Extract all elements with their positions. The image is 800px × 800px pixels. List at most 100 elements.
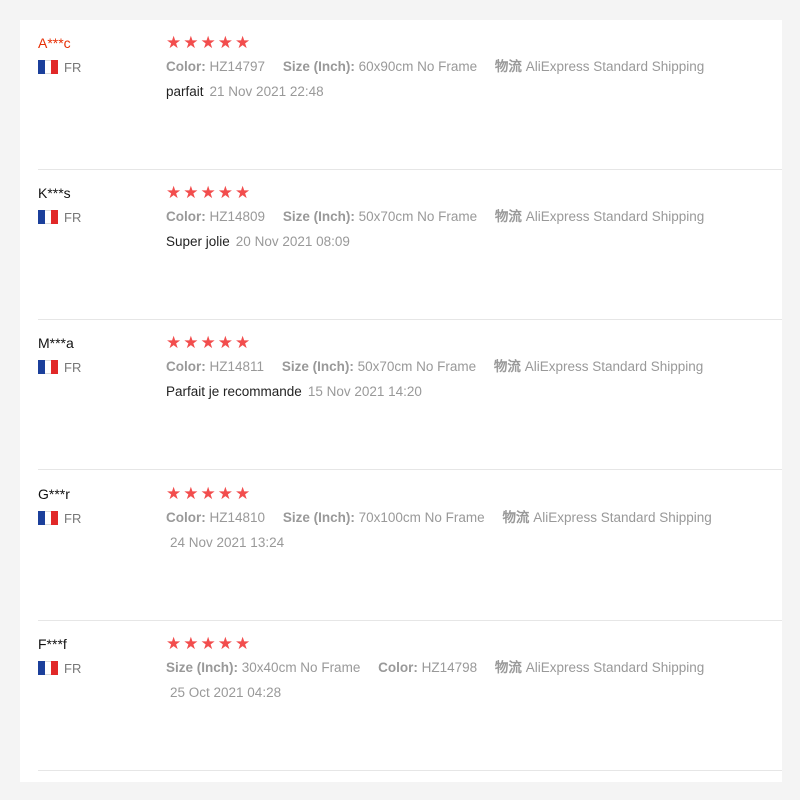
france-flag-icon — [38, 511, 59, 525]
review-text: Parfait je recommande — [166, 384, 302, 399]
review-feedback: 24 Nov 2021 13:24 — [166, 534, 766, 552]
attribute-value: HZ14811 — [209, 359, 265, 374]
product-attributes: Size (Inch): 30x40cm No Frame Color: HZ1… — [166, 659, 766, 677]
france-flag-icon — [38, 210, 59, 224]
star-icon: ★ — [166, 183, 182, 202]
country-code: FR — [64, 660, 82, 676]
reviewer-name: K***s — [38, 185, 71, 201]
france-flag-icon — [38, 661, 59, 675]
attribute-value: AliExpress Standard Shipping — [525, 59, 705, 74]
star-icon: ★ — [183, 333, 199, 352]
reviewer-name: F***f — [38, 636, 67, 652]
star-icon: ★ — [166, 634, 182, 653]
star-icon: ★ — [235, 634, 251, 653]
review-date: 20 Nov 2021 08:09 — [235, 234, 350, 249]
star-icon: ★ — [217, 183, 233, 202]
attribute-label: 物流 — [502, 510, 530, 525]
review-date: 15 Nov 2021 14:20 — [307, 384, 422, 399]
star-icon: ★ — [200, 634, 216, 653]
star-icon: ★ — [235, 183, 251, 202]
attribute-value: 50x70cm No Frame — [357, 359, 477, 374]
review-date: 24 Nov 2021 13:24 — [170, 535, 285, 550]
reviewer-name: A***c — [38, 35, 71, 51]
attribute-label: Size (Inch): — [282, 59, 355, 74]
attribute-label: 物流 — [494, 59, 522, 74]
attribute-label: 物流 — [493, 359, 521, 374]
star-icon: ★ — [166, 33, 182, 52]
france-flag-icon — [38, 60, 59, 74]
review-item: G***r FR ★ ★ ★ ★ ★ Color: HZ14810 Size (… — [38, 471, 782, 621]
attribute-label: Color: — [166, 209, 206, 224]
reviewer-country: FR — [38, 510, 158, 526]
star-rating: ★ ★ ★ ★ ★ — [166, 184, 766, 202]
reviewer-country: FR — [38, 209, 158, 225]
star-rating: ★ ★ ★ ★ ★ — [166, 334, 766, 352]
review-text: Super jolie — [166, 234, 230, 249]
review-content: ★ ★ ★ ★ ★ Color: HZ14811 Size (Inch): 50… — [166, 334, 766, 401]
star-rating: ★ ★ ★ ★ ★ — [166, 635, 766, 653]
attribute-value: AliExpress Standard Shipping — [525, 209, 705, 224]
review-item: K***s FR ★ ★ ★ ★ ★ Color: HZ14809 Size (… — [38, 170, 782, 320]
star-icon: ★ — [200, 33, 216, 52]
review-text: parfait — [166, 84, 204, 99]
review-content: ★ ★ ★ ★ ★ Color: HZ14810 Size (Inch): 70… — [166, 485, 766, 552]
country-code: FR — [64, 359, 82, 375]
reviewer-info: K***s FR — [38, 184, 158, 225]
reviewer-country: FR — [38, 660, 158, 676]
star-icon: ★ — [183, 183, 199, 202]
reviewer-info: M***a FR — [38, 334, 158, 375]
attribute-label: 物流 — [494, 660, 522, 675]
reviewer-info: G***r FR — [38, 485, 158, 526]
product-attributes: Color: HZ14810 Size (Inch): 70x100cm No … — [166, 509, 766, 527]
attribute-value: HZ14798 — [421, 660, 478, 675]
review-content: ★ ★ ★ ★ ★ Color: HZ14809 Size (Inch): 50… — [166, 184, 766, 251]
attribute-value: HZ14797 — [209, 59, 266, 74]
reviewer-country: FR — [38, 59, 158, 75]
review-feedback: 25 Oct 2021 04:28 — [166, 684, 766, 702]
review-feedback: parfait 21 Nov 2021 22:48 — [166, 83, 766, 101]
country-code: FR — [64, 510, 82, 526]
star-icon: ★ — [217, 634, 233, 653]
star-icon: ★ — [166, 333, 182, 352]
attribute-value: 50x70cm No Frame — [358, 209, 478, 224]
product-attributes: Color: HZ14811 Size (Inch): 50x70cm No F… — [166, 358, 766, 376]
reviews-panel: A***c FR ★ ★ ★ ★ ★ Color: HZ14797 Size (… — [20, 20, 782, 782]
attribute-label: Color: — [166, 59, 206, 74]
review-date: 25 Oct 2021 04:28 — [170, 685, 282, 700]
reviewer-name: M***a — [38, 335, 74, 351]
review-date: 21 Nov 2021 22:48 — [209, 84, 324, 99]
attribute-label: 物流 — [494, 209, 522, 224]
star-icon: ★ — [235, 484, 251, 503]
reviewer-name: G***r — [38, 486, 70, 502]
attribute-value: 70x100cm No Frame — [358, 510, 485, 525]
attribute-value: 60x90cm No Frame — [358, 59, 478, 74]
star-icon: ★ — [200, 484, 216, 503]
reviewer-country: FR — [38, 359, 158, 375]
review-item: F***f FR ★ ★ ★ ★ ★ Size (Inch): 30x40cm … — [38, 621, 782, 771]
attribute-value: AliExpress Standard Shipping — [524, 359, 704, 374]
reviewer-info: A***c FR — [38, 34, 158, 75]
attribute-value: HZ14810 — [209, 510, 266, 525]
attribute-value: 30x40cm No Frame — [241, 660, 361, 675]
review-item: M***a FR ★ ★ ★ ★ ★ Color: HZ14811 Size (… — [38, 320, 782, 470]
attribute-label: Color: — [166, 510, 206, 525]
star-rating: ★ ★ ★ ★ ★ — [166, 485, 766, 503]
review-content: ★ ★ ★ ★ ★ Color: HZ14797 Size (Inch): 60… — [166, 34, 766, 101]
reviewer-info: F***f FR — [38, 635, 158, 676]
country-code: FR — [64, 209, 82, 225]
star-icon: ★ — [166, 484, 182, 503]
star-icon: ★ — [183, 33, 199, 52]
attribute-label: Color: — [378, 660, 418, 675]
attribute-value: AliExpress Standard Shipping — [525, 660, 705, 675]
review-feedback: Super jolie 20 Nov 2021 08:09 — [166, 233, 766, 251]
star-icon: ★ — [235, 33, 251, 52]
attribute-label: Color: — [166, 359, 206, 374]
review-feedback: Parfait je recommande 15 Nov 2021 14:20 — [166, 383, 766, 401]
product-attributes: Color: HZ14797 Size (Inch): 60x90cm No F… — [166, 58, 766, 76]
star-icon: ★ — [183, 484, 199, 503]
attribute-value: HZ14809 — [209, 209, 266, 224]
france-flag-icon — [38, 360, 59, 374]
star-icon: ★ — [217, 484, 233, 503]
star-icon: ★ — [235, 333, 251, 352]
attribute-label: Size (Inch): — [282, 209, 355, 224]
